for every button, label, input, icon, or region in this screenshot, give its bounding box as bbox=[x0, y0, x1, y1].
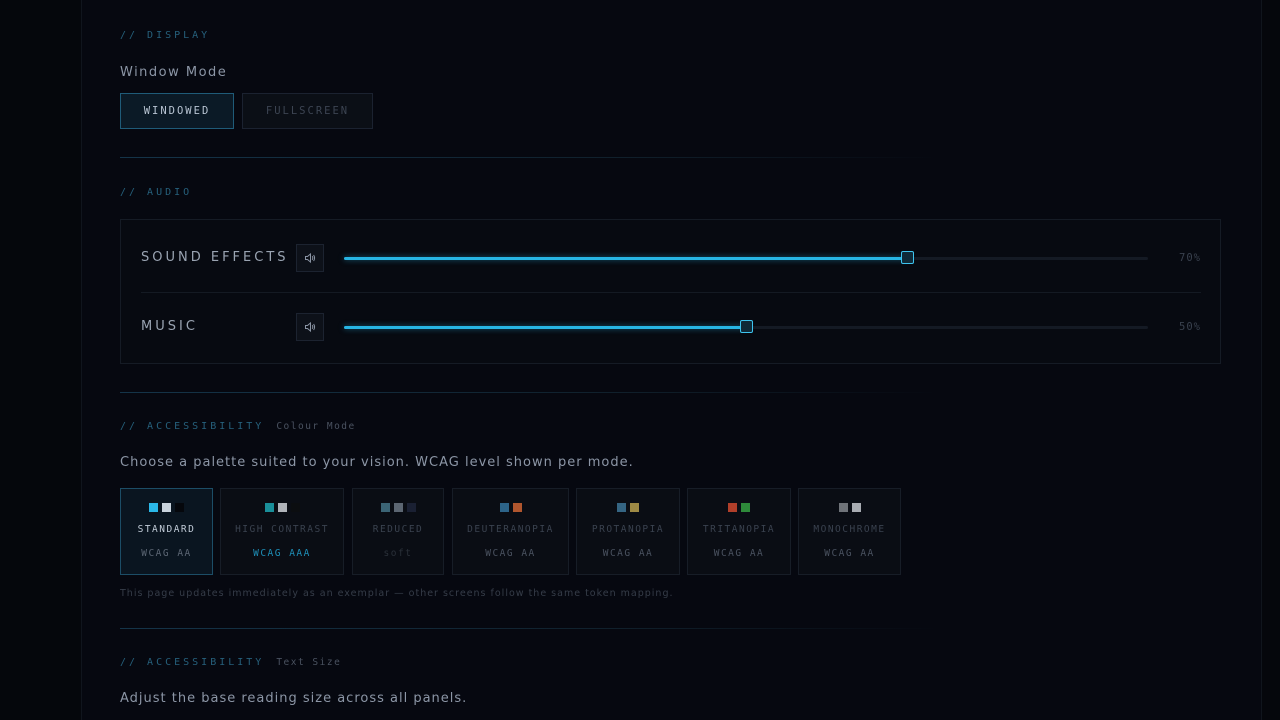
palette-swatches bbox=[221, 503, 343, 512]
palette-swatches bbox=[688, 503, 790, 512]
palette-wcag-level: soft bbox=[383, 548, 413, 559]
palette-swatch bbox=[290, 503, 300, 512]
audio-section-title: // AUDIO bbox=[120, 187, 193, 198]
colour-mode-description: Choose a palette suited to your vision. … bbox=[120, 455, 634, 470]
colour-mode-section-title: // ACCESSIBILITY bbox=[120, 421, 265, 432]
palette-swatch bbox=[741, 503, 750, 512]
palette-wcag-level: WCAG AA bbox=[485, 548, 536, 559]
palette-name: MONOCHROME bbox=[813, 524, 886, 535]
palette-name: DEUTERANOPIA bbox=[467, 524, 554, 535]
fullscreen-button[interactable]: FULLSCREEN bbox=[242, 93, 373, 129]
section-divider bbox=[120, 392, 940, 393]
text-size-description: Adjust the base reading size across all … bbox=[120, 691, 468, 706]
palette-swatch bbox=[838, 503, 848, 512]
palette-swatches bbox=[577, 503, 679, 512]
audio-row-music: MUSIC 50% bbox=[141, 293, 1201, 361]
text-size-section-sub: Text Size bbox=[276, 657, 342, 668]
audio-panel: SOUND EFFECTS 70% MUSIC 50% bbox=[120, 219, 1221, 364]
palette-swatch bbox=[175, 503, 184, 512]
palette-swatch bbox=[277, 503, 287, 512]
section-divider bbox=[120, 157, 940, 158]
display-section-title: // DISPLAY bbox=[120, 30, 211, 41]
windowed-button[interactable]: WINDOWED bbox=[120, 93, 234, 129]
palette-option-protanopia[interactable]: PROTANOPIA WCAG AA bbox=[576, 488, 680, 575]
palette-swatch bbox=[393, 503, 403, 512]
sound-effects-value: 70% bbox=[1179, 252, 1201, 264]
windowed-button-label: WINDOWED bbox=[143, 105, 211, 117]
sound-effects-slider-thumb[interactable] bbox=[900, 251, 914, 264]
palette-name: TRITANOPIA bbox=[702, 524, 776, 535]
palette-swatch bbox=[512, 503, 522, 512]
music-slider[interactable] bbox=[344, 320, 1148, 333]
music-label: MUSIC bbox=[141, 319, 198, 334]
sound-effects-label: SOUND EFFECTS bbox=[141, 250, 289, 265]
palette-name: STANDARD bbox=[137, 524, 196, 535]
palette-option-reduced[interactable]: REDUCED soft bbox=[352, 488, 444, 575]
palette-swatches bbox=[353, 503, 443, 512]
music-value: 50% bbox=[1179, 321, 1201, 333]
palette-swatch bbox=[617, 503, 626, 512]
music-slider-fill bbox=[344, 326, 746, 329]
palette-swatch bbox=[499, 503, 509, 512]
palette-swatches bbox=[799, 503, 900, 512]
palette-option-high-contrast[interactable]: HIGH CONTRAST WCAG AAA bbox=[220, 488, 344, 575]
palette-option-tritanopia[interactable]: TRITANOPIA WCAG AA bbox=[687, 488, 791, 575]
palette-wcag-level: WCAG AAA bbox=[253, 548, 311, 559]
palette-name: HIGH CONTRAST bbox=[235, 524, 329, 535]
palette-option-deuteranopia[interactable]: DEUTERANOPIA WCAG AA bbox=[452, 488, 569, 575]
audio-section-label: // AUDIO bbox=[120, 187, 192, 198]
palette-option-monochrome[interactable]: MONOCHROME WCAG AA bbox=[798, 488, 901, 575]
palette-swatch bbox=[406, 503, 416, 512]
audio-row-sound-effects: SOUND EFFECTS 70% bbox=[141, 224, 1201, 292]
sound-effects-mute-button[interactable] bbox=[296, 244, 324, 272]
palette-wcag-level: WCAG AA bbox=[713, 548, 765, 559]
palette-wcag-level: WCAG AA bbox=[824, 548, 875, 559]
palette-option-standard[interactable]: STANDARD WCAG AA bbox=[120, 488, 213, 575]
display-section-label: // DISPLAY bbox=[120, 30, 210, 41]
section-divider bbox=[120, 628, 940, 629]
music-slider-thumb[interactable] bbox=[740, 320, 753, 333]
palette-name: PROTANOPIA bbox=[591, 524, 665, 535]
colour-mode-footnote: This page updates immediately as an exem… bbox=[120, 588, 674, 599]
settings-content: // DISPLAY Window Mode WINDOWED FULLSCRE… bbox=[120, 0, 1221, 720]
palette-swatch bbox=[149, 503, 158, 512]
music-mute-button[interactable] bbox=[296, 313, 324, 341]
fullscreen-button-label: FULLSCREEN bbox=[265, 105, 350, 117]
palette-swatch bbox=[851, 503, 861, 512]
palette-name: REDUCED bbox=[372, 524, 424, 535]
sound-effects-slider-fill bbox=[344, 257, 907, 260]
palette-wcag-level: WCAG AA bbox=[141, 548, 192, 559]
palette-swatch bbox=[264, 503, 274, 512]
text-size-section-title: // ACCESSIBILITY bbox=[120, 657, 265, 668]
palette-swatches bbox=[453, 503, 568, 512]
palette-swatch bbox=[630, 503, 639, 512]
colour-mode-section-label: // ACCESSIBILITY Colour Mode bbox=[120, 421, 356, 432]
palette-swatch bbox=[162, 503, 171, 512]
window-mode-label: Window Mode bbox=[120, 65, 228, 80]
text-size-section-label: // ACCESSIBILITY Text Size bbox=[120, 657, 341, 668]
palette-swatch bbox=[380, 503, 390, 512]
palette-swatch bbox=[728, 503, 737, 512]
colour-mode-section-sub: Colour Mode bbox=[276, 421, 356, 432]
sound-effects-slider[interactable] bbox=[344, 251, 1148, 264]
palette-swatches bbox=[121, 503, 212, 512]
speaker-icon bbox=[305, 321, 316, 333]
palette-wcag-level: WCAG AA bbox=[602, 548, 654, 559]
speaker-icon bbox=[305, 252, 316, 264]
